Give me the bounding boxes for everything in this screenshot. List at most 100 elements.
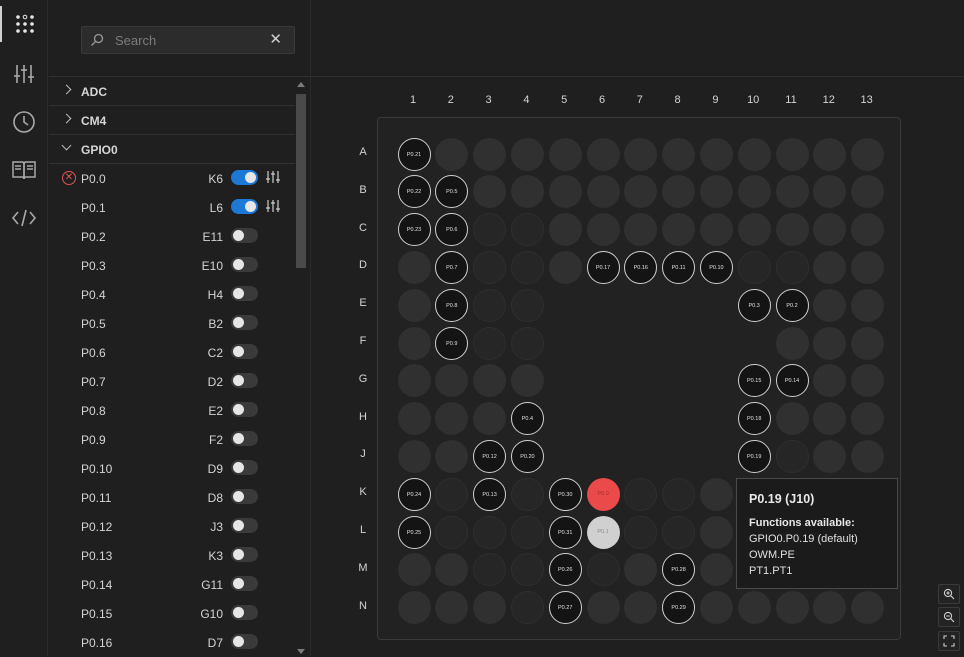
pin-ball-c5[interactable] <box>548 213 582 247</box>
search-box[interactable]: Search ✕ <box>81 26 295 54</box>
pin-enable-toggle[interactable] <box>231 286 258 301</box>
pin-ball-b8[interactable] <box>662 175 696 209</box>
pin-enable-toggle[interactable] <box>231 460 258 475</box>
pin-ball-d8[interactable]: P0.11 <box>662 250 696 284</box>
pin-ball-b2[interactable]: P0.5 <box>435 175 469 209</box>
pin-row[interactable]: P0.1 L6 <box>49 193 295 222</box>
pin-ball-c13[interactable] <box>851 213 885 247</box>
pin-row[interactable]: P0.13 K3 <box>49 541 295 570</box>
clock-icon[interactable] <box>0 104 48 140</box>
pin-ball-a9[interactable] <box>699 137 733 171</box>
pin-ball-f12[interactable] <box>813 326 847 360</box>
pin-ball-m5[interactable]: P0.26 <box>548 553 582 587</box>
pin-row[interactable]: P0.4 H4 <box>49 280 295 309</box>
fit-screen-button[interactable] <box>938 631 960 651</box>
pin-row[interactable]: P0.11 D8 <box>49 483 295 512</box>
pin-ball-n13[interactable] <box>851 591 885 625</box>
pin-ball-b12[interactable] <box>813 175 847 209</box>
pin-enable-toggle[interactable] <box>231 547 258 562</box>
pin-ball-e2[interactable]: P0.8 <box>435 288 469 322</box>
pin-ball-j2[interactable] <box>435 439 469 473</box>
pin-ball-b4[interactable] <box>510 175 544 209</box>
pin-ball-j10[interactable]: P0.19 <box>737 439 771 473</box>
pin-ball-h4[interactable]: P0.4 <box>510 402 544 436</box>
pin-ball-d2[interactable]: P0.7 <box>435 250 469 284</box>
pin-row[interactable]: P0.9 F2 <box>49 425 295 454</box>
pin-enable-toggle[interactable] <box>231 344 258 359</box>
pin-ball-n12[interactable] <box>813 591 847 625</box>
pin-row[interactable]: P0.6 C2 <box>49 338 295 367</box>
pin-ball-a13[interactable] <box>851 137 885 171</box>
pin-ball-g11[interactable]: P0.14 <box>775 364 809 398</box>
clear-search-icon[interactable]: ✕ <box>269 32 282 48</box>
pin-ball-b7[interactable] <box>624 175 658 209</box>
pin-ball-e1[interactable] <box>397 288 431 322</box>
pin-ball-f1[interactable] <box>397 326 431 360</box>
pin-ball-e3[interactable] <box>473 288 507 322</box>
pin-ball-g10[interactable]: P0.15 <box>737 364 771 398</box>
search-input[interactable]: Search <box>115 33 156 48</box>
tree-group-adc[interactable]: ADC <box>49 77 295 106</box>
zoom-in-button[interactable] <box>938 584 960 604</box>
pin-ball-l1[interactable]: P0.25 <box>397 515 431 549</box>
pin-ball-n11[interactable] <box>775 591 809 625</box>
pin-enable-toggle[interactable] <box>231 257 258 272</box>
pin-ball-j11[interactable] <box>775 439 809 473</box>
pin-ball-b3[interactable] <box>473 175 507 209</box>
tree-group-cm4[interactable]: CM4 <box>49 106 295 135</box>
pin-ball-a10[interactable] <box>737 137 771 171</box>
scroll-down-icon[interactable] <box>297 649 305 654</box>
pin-ball-m8[interactable]: P0.28 <box>662 553 696 587</box>
scroll-up-icon[interactable] <box>297 82 305 87</box>
pin-ball-a2[interactable] <box>435 137 469 171</box>
chevron-right-icon[interactable] <box>61 113 72 124</box>
pin-ball-e13[interactable] <box>851 288 885 322</box>
pin-ball-a1[interactable]: P0.21 <box>397 137 431 171</box>
configure-icon[interactable] <box>266 170 280 189</box>
pin-ball-l7[interactable] <box>624 515 658 549</box>
pin-row[interactable]: P0.7 D2 <box>49 367 295 396</box>
pin-row[interactable]: P0.12 J3 <box>49 512 295 541</box>
pin-ball-h1[interactable] <box>397 402 431 436</box>
pin-ball-n5[interactable]: P0.27 <box>548 591 582 625</box>
pin-ball-g2[interactable] <box>435 364 469 398</box>
pin-ball-j4[interactable]: P0.20 <box>510 439 544 473</box>
pin-ball-m4[interactable] <box>510 553 544 587</box>
pin-enable-toggle[interactable] <box>231 605 258 620</box>
pin-ball-l8[interactable] <box>662 515 696 549</box>
pin-row[interactable]: P0.14 G11 <box>49 570 295 599</box>
pin-ball-c11[interactable] <box>775 213 809 247</box>
pin-ball-c7[interactable] <box>624 213 658 247</box>
pin-ball-j12[interactable] <box>813 439 847 473</box>
pin-ball-l3[interactable] <box>473 515 507 549</box>
pin-ball-c6[interactable] <box>586 213 620 247</box>
pin-ball-d1[interactable] <box>397 250 431 284</box>
tree-group-gpio0[interactable]: GPIO0 <box>49 135 295 164</box>
pin-ball-d3[interactable] <box>473 250 507 284</box>
pin-ball-h3[interactable] <box>473 402 507 436</box>
pin-ball-k3[interactable]: P0.13 <box>473 477 507 511</box>
pin-ball-g1[interactable] <box>397 364 431 398</box>
pin-ball-e11[interactable]: P0.2 <box>775 288 809 322</box>
pin-ball-a3[interactable] <box>473 137 507 171</box>
pin-ball-a11[interactable] <box>775 137 809 171</box>
pin-ball-k7[interactable] <box>624 477 658 511</box>
pin-ball-n6[interactable] <box>586 591 620 625</box>
pin-ball-b10[interactable] <box>737 175 771 209</box>
pin-enable-toggle[interactable] <box>231 518 258 533</box>
pin-ball-d7[interactable]: P0.16 <box>624 250 658 284</box>
pin-ball-c1[interactable]: P0.23 <box>397 213 431 247</box>
pin-ball-d10[interactable] <box>737 250 771 284</box>
pin-ball-m3[interactable] <box>473 553 507 587</box>
pin-ball-n4[interactable] <box>510 591 544 625</box>
pin-ball-f11[interactable] <box>775 326 809 360</box>
pin-ball-m1[interactable] <box>397 553 431 587</box>
pin-enable-toggle[interactable] <box>231 576 258 591</box>
pin-ball-h2[interactable] <box>435 402 469 436</box>
pin-ball-d6[interactable]: P0.17 <box>586 250 620 284</box>
pin-ball-c10[interactable] <box>737 213 771 247</box>
pin-row[interactable]: ✕ P0.0 K6 <box>49 164 295 193</box>
pin-ball-k4[interactable] <box>510 477 544 511</box>
pin-ball-b11[interactable] <box>775 175 809 209</box>
pin-ball-h13[interactable] <box>851 402 885 436</box>
